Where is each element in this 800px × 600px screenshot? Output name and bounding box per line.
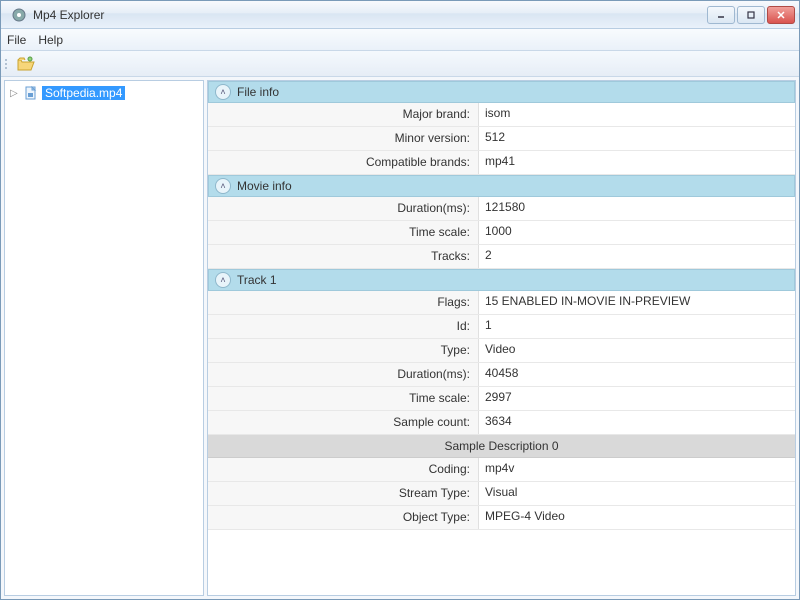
- property-row: Tracks:2: [208, 245, 795, 269]
- property-row: Duration(ms):40458: [208, 363, 795, 387]
- property-key: Tracks:: [208, 245, 478, 268]
- section-movie-info[interactable]: ˄ Movie info: [208, 175, 795, 197]
- property-value[interactable]: 2997: [478, 387, 795, 410]
- property-value[interactable]: 40458: [478, 363, 795, 386]
- property-key: Flags:: [208, 291, 478, 314]
- minimize-button[interactable]: [707, 6, 735, 24]
- property-value[interactable]: mp4v: [478, 458, 795, 481]
- property-value[interactable]: isom: [478, 103, 795, 126]
- property-key: Minor version:: [208, 127, 478, 150]
- section-title: Track 1: [237, 273, 277, 287]
- property-value[interactable]: 512: [478, 127, 795, 150]
- property-row: Sample count:3634: [208, 411, 795, 435]
- sample-description-header: Sample Description 0: [208, 435, 795, 458]
- property-value[interactable]: mp41: [478, 151, 795, 174]
- menu-file[interactable]: File: [7, 33, 26, 47]
- section-track-1[interactable]: ˄ Track 1: [208, 269, 795, 291]
- property-row: Flags:15 ENABLED IN-MOVIE IN-PREVIEW: [208, 291, 795, 315]
- property-key: Type:: [208, 339, 478, 362]
- property-key: Stream Type:: [208, 482, 478, 505]
- app-icon: [11, 7, 27, 23]
- property-row: Time scale:1000: [208, 221, 795, 245]
- property-value[interactable]: 1: [478, 315, 795, 338]
- property-value[interactable]: 1000: [478, 221, 795, 244]
- tree-pane[interactable]: ▷ Softpedia.mp4: [4, 80, 204, 596]
- property-row: Time scale:2997: [208, 387, 795, 411]
- property-row: Stream Type:Visual: [208, 482, 795, 506]
- property-value[interactable]: 15 ENABLED IN-MOVIE IN-PREVIEW: [478, 291, 795, 314]
- property-key: Compatible brands:: [208, 151, 478, 174]
- tree-item[interactable]: ▷ Softpedia.mp4: [7, 85, 201, 101]
- expand-arrow-icon[interactable]: ▷: [10, 88, 20, 99]
- app-window: Mp4 Explorer File Help ▷: [0, 0, 800, 600]
- close-button[interactable]: [767, 6, 795, 24]
- property-row: Major brand:isom: [208, 103, 795, 127]
- open-file-button[interactable]: [15, 53, 37, 75]
- property-value[interactable]: 2: [478, 245, 795, 268]
- chevron-up-icon[interactable]: ˄: [215, 84, 231, 100]
- property-value[interactable]: 3634: [478, 411, 795, 434]
- property-key: Duration(ms):: [208, 363, 478, 386]
- tree-item-label: Softpedia.mp4: [42, 86, 125, 100]
- detail-scroll[interactable]: ˄ File info Major brand:isom Minor versi…: [208, 81, 795, 595]
- toolbar: [1, 51, 799, 77]
- property-key: Time scale:: [208, 387, 478, 410]
- file-icon: [24, 86, 38, 100]
- window-title: Mp4 Explorer: [33, 8, 707, 22]
- property-row: Compatible brands:mp41: [208, 151, 795, 175]
- property-key: Time scale:: [208, 221, 478, 244]
- property-key: Id:: [208, 315, 478, 338]
- property-row: Type:Video: [208, 339, 795, 363]
- property-key: Sample count:: [208, 411, 478, 434]
- window-controls: [707, 6, 795, 24]
- property-row: Coding:mp4v: [208, 458, 795, 482]
- chevron-up-icon[interactable]: ˄: [215, 178, 231, 194]
- property-key: Major brand:: [208, 103, 478, 126]
- maximize-button[interactable]: [737, 6, 765, 24]
- section-title: File info: [237, 85, 279, 99]
- property-value[interactable]: 121580: [478, 197, 795, 220]
- section-file-info[interactable]: ˄ File info: [208, 81, 795, 103]
- property-key: Object Type:: [208, 506, 478, 529]
- property-value[interactable]: MPEG-4 Video: [478, 506, 795, 529]
- menu-help[interactable]: Help: [38, 33, 63, 47]
- detail-pane: ˄ File info Major brand:isom Minor versi…: [207, 80, 796, 596]
- menubar: File Help: [1, 29, 799, 51]
- content-area: ▷ Softpedia.mp4 ˄ File info Major brand:…: [1, 77, 799, 599]
- property-value[interactable]: Video: [478, 339, 795, 362]
- property-key: Duration(ms):: [208, 197, 478, 220]
- property-key: Coding:: [208, 458, 478, 481]
- chevron-up-icon[interactable]: ˄: [215, 272, 231, 288]
- property-value[interactable]: Visual: [478, 482, 795, 505]
- property-row: Minor version:512: [208, 127, 795, 151]
- property-row: Object Type:MPEG-4 Video: [208, 506, 795, 530]
- property-row: Duration(ms):121580: [208, 197, 795, 221]
- section-title: Movie info: [237, 179, 292, 193]
- toolbar-grip: [5, 59, 11, 69]
- property-row: Id:1: [208, 315, 795, 339]
- titlebar[interactable]: Mp4 Explorer: [1, 1, 799, 29]
- folder-open-icon: [17, 56, 35, 72]
